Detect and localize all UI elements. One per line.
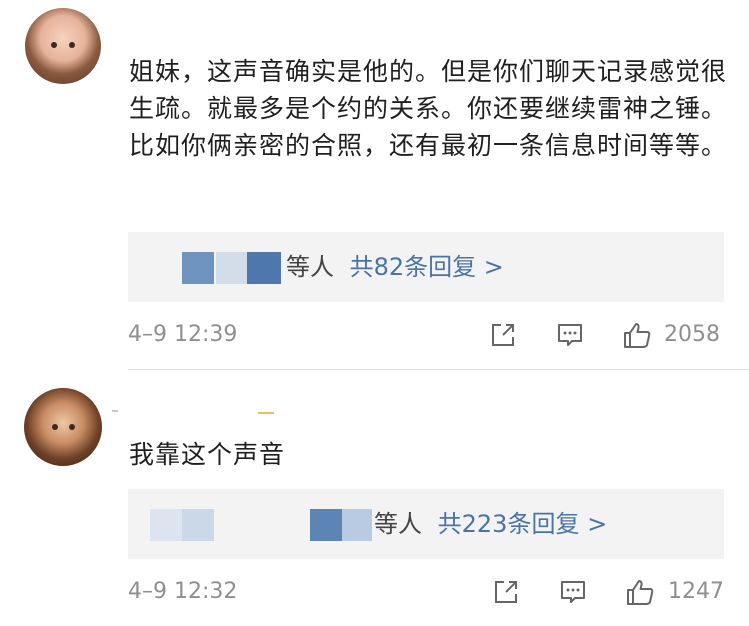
- censored-username: [247, 252, 281, 284]
- censored-username: [182, 252, 214, 284]
- replies-preview[interactable]: 等人 共223条回复 >: [128, 489, 724, 559]
- comment-icon[interactable]: [558, 577, 588, 607]
- comment-item: 我靠这个声音 等人 共223条回复 > 4–9 12:32 1247: [0, 370, 749, 626]
- decorative-mark: [258, 412, 274, 414]
- avatar-eye: [52, 424, 58, 430]
- comment-time: 4–9 12:39: [128, 322, 238, 347]
- replies-suffix: 等人: [374, 510, 422, 538]
- censored-username: [182, 509, 214, 541]
- share-icon[interactable]: [491, 577, 521, 607]
- user-avatar[interactable]: [24, 388, 102, 466]
- censored-username: [310, 509, 342, 541]
- comment-meta: 4–9 12:39 2058: [128, 318, 724, 354]
- share-icon[interactable]: [488, 320, 518, 350]
- user-avatar[interactable]: [25, 8, 101, 84]
- avatar-eye: [69, 424, 75, 430]
- comment-item: 姐妹，这声音确实是他的。但是你们聊天记录感觉很生疏。就最多是个约的关系。你还要继…: [0, 0, 749, 370]
- replies-summary[interactable]: 等人 共82条回复 >: [286, 250, 504, 284]
- replies-suffix: 等人: [286, 253, 334, 281]
- like-count: 2058: [664, 322, 720, 347]
- censored-username: [342, 509, 372, 541]
- censored-username: [216, 252, 248, 284]
- view-replies-link[interactable]: 共82条回复 >: [350, 253, 504, 281]
- like-count: 1247: [668, 579, 724, 604]
- like-icon[interactable]: [622, 320, 652, 350]
- replies-preview[interactable]: 等人 共82条回复 >: [128, 232, 724, 302]
- comment-text: 姐妹，这声音确实是他的。但是你们聊天记录感觉很生疏。就最多是个约的关系。你还要继…: [129, 57, 728, 160]
- comment-icon[interactable]: [555, 320, 585, 350]
- decorative-mark: [112, 410, 118, 412]
- replies-summary[interactable]: 等人 共223条回复 >: [374, 507, 607, 541]
- comment-time: 4–9 12:32: [128, 579, 238, 604]
- view-replies-link[interactable]: 共223条回复 >: [438, 510, 608, 538]
- censored-username: [150, 509, 182, 541]
- like-icon[interactable]: [625, 577, 655, 607]
- avatar-eye: [51, 42, 57, 48]
- comment-meta: 4–9 12:32 1247: [128, 575, 724, 611]
- avatar-eye: [69, 42, 75, 48]
- comment-text: 我靠这个声音: [129, 440, 286, 469]
